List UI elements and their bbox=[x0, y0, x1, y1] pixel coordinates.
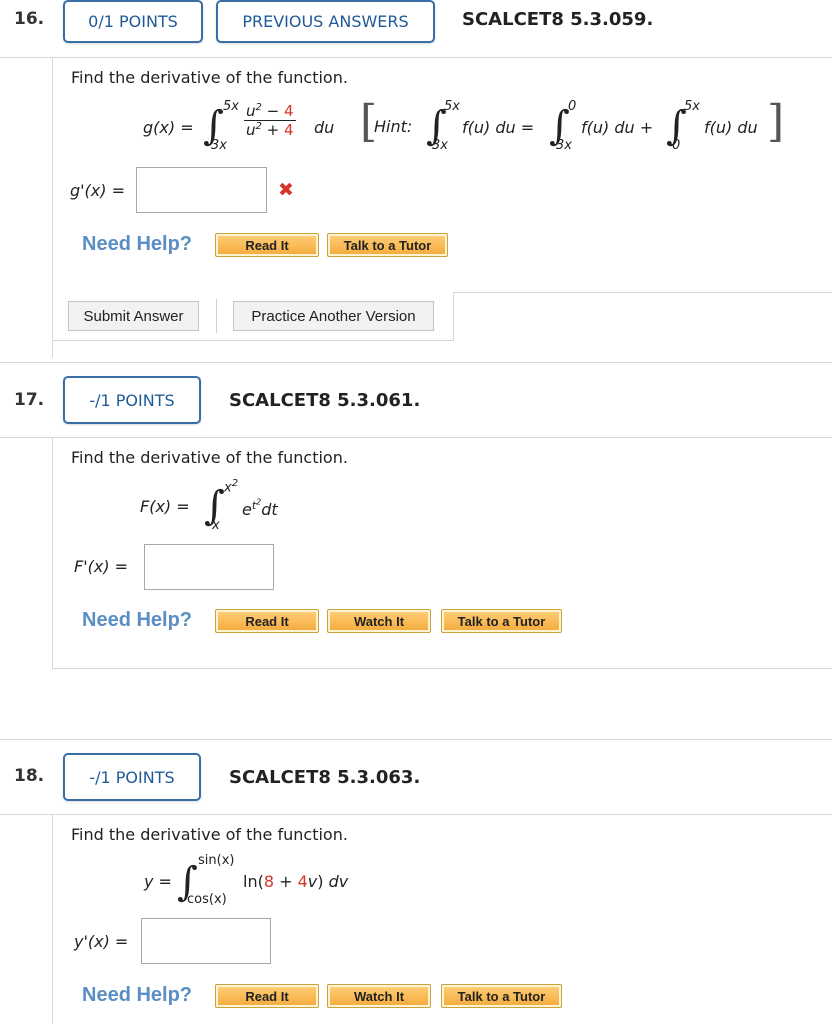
question-prompt: Find the derivative of the function. bbox=[71, 448, 348, 467]
question-number: 17. bbox=[14, 390, 45, 410]
problem-code: SCALCET8 5.3.061. bbox=[229, 390, 421, 411]
read-it-button[interactable]: Read It bbox=[215, 233, 319, 257]
practice-frame bbox=[453, 292, 832, 293]
lower-limit: x bbox=[212, 518, 220, 533]
button-divider bbox=[216, 299, 217, 333]
answer-input[interactable] bbox=[144, 544, 274, 590]
question-panel bbox=[52, 815, 53, 1024]
points-tab[interactable]: -/1 POINTS bbox=[63, 376, 201, 424]
question-panel bbox=[52, 438, 53, 668]
problem-code: SCALCET8 5.3.059. bbox=[462, 9, 654, 30]
practice-another-version-button[interactable]: Practice Another Version bbox=[233, 301, 434, 331]
answer-input[interactable] bbox=[136, 167, 267, 213]
talk-to-tutor-button[interactable]: Talk to a Tutor bbox=[441, 984, 562, 1008]
hint-upper-2: 0 bbox=[568, 99, 577, 114]
hint-label: Hint: bbox=[374, 117, 413, 136]
hint-right-bracket: ] bbox=[767, 96, 785, 147]
upper-limit: x2 bbox=[224, 478, 239, 496]
header-divider bbox=[0, 437, 832, 438]
read-it-button[interactable]: Read It bbox=[215, 984, 319, 1008]
integrand: ln(8 + 4v) dv bbox=[243, 872, 349, 891]
question-divider bbox=[0, 362, 832, 363]
watch-it-button[interactable]: Watch It bbox=[327, 609, 431, 633]
problem-code: SCALCET8 5.3.063. bbox=[229, 767, 421, 788]
upper-limit: sin(x) bbox=[198, 853, 235, 868]
hint-upper-3: 5x bbox=[684, 99, 700, 114]
previous-answers-tab[interactable]: PREVIOUS ANSWERS bbox=[216, 0, 435, 43]
integrand-fraction: u2 − 4 u2 + 4 bbox=[244, 102, 296, 139]
need-help-label: Need Help? bbox=[82, 984, 193, 1006]
hint-term-2: f(u) du + bbox=[581, 118, 654, 137]
upper-limit: 5x bbox=[223, 99, 239, 114]
panel-bottom bbox=[52, 668, 832, 669]
integration-variable: du bbox=[314, 118, 335, 137]
hint-upper-1: 5x bbox=[444, 99, 460, 114]
watch-it-button[interactable]: Watch It bbox=[327, 984, 431, 1008]
answer-label: F'(x) = bbox=[74, 557, 129, 576]
talk-to-tutor-button[interactable]: Talk to a Tutor bbox=[441, 609, 562, 633]
lower-limit: cos(x) bbox=[187, 892, 227, 907]
read-it-button[interactable]: Read It bbox=[215, 609, 319, 633]
points-tab[interactable]: 0/1 POINTS bbox=[63, 0, 203, 43]
hint-lower-3: 0 bbox=[672, 138, 681, 153]
submit-answer-button[interactable]: Submit Answer bbox=[68, 301, 199, 331]
question-panel bbox=[52, 58, 53, 358]
answer-input[interactable] bbox=[141, 918, 271, 964]
question-prompt: Find the derivative of the function. bbox=[71, 825, 348, 844]
question-prompt: Find the derivative of the function. bbox=[71, 68, 348, 87]
talk-to-tutor-button[interactable]: Talk to a Tutor bbox=[327, 233, 448, 257]
lower-limit: 3x bbox=[211, 138, 227, 153]
hint-lower-1: 3x bbox=[432, 138, 448, 153]
integrand: et2dt bbox=[242, 497, 278, 519]
header-divider bbox=[0, 57, 832, 58]
hint-lower-2: 3x bbox=[556, 138, 572, 153]
answer-label: y'(x) = bbox=[74, 932, 129, 951]
question-number: 18. bbox=[14, 766, 45, 786]
question-number: 16. bbox=[14, 9, 45, 29]
function-lhs: F(x) = bbox=[140, 497, 190, 516]
need-help-label: Need Help? bbox=[82, 609, 193, 631]
incorrect-icon: ✖ bbox=[278, 179, 294, 201]
hint-term-3: f(u) du bbox=[704, 118, 758, 137]
points-tab[interactable]: -/1 POINTS bbox=[63, 753, 201, 801]
hint-term-1: f(u) du = bbox=[462, 118, 535, 137]
need-help-label: Need Help? bbox=[82, 233, 193, 255]
answer-label: g'(x) = bbox=[70, 181, 125, 200]
function-lhs: g(x) = bbox=[143, 118, 194, 137]
function-lhs: y = bbox=[144, 872, 172, 891]
header-divider bbox=[0, 814, 832, 815]
practice-frame-side bbox=[453, 292, 454, 340]
practice-frame-base bbox=[52, 340, 454, 341]
question-divider bbox=[0, 739, 832, 740]
